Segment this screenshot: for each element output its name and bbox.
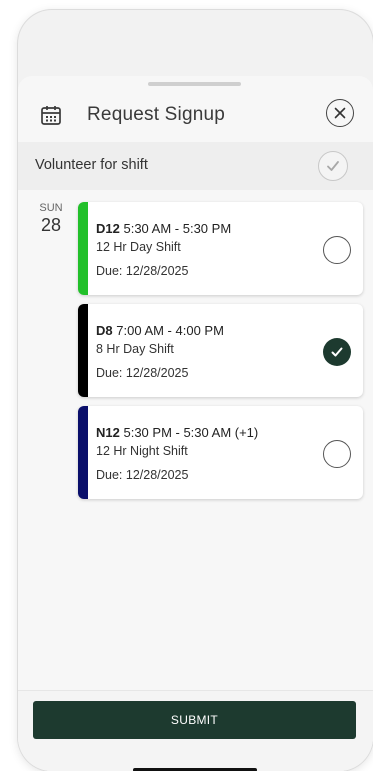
shift-due: Due: 12/28/2025 bbox=[96, 366, 189, 380]
page-title: Request Signup bbox=[87, 104, 226, 125]
shift-color-bar bbox=[78, 202, 88, 295]
volunteer-label: Volunteer for shift bbox=[35, 157, 148, 173]
submit-button[interactable]: SUBMIT bbox=[33, 701, 356, 739]
sheet-header: Request Signup bbox=[18, 90, 373, 140]
shift-card-n12[interactable]: N12 5:30 PM - 5:30 AM (+1) 12 Hr Night S… bbox=[78, 406, 363, 499]
shift-code: D8 bbox=[96, 323, 113, 338]
shift-time: 5:30 PM - 5:30 AM (+1) bbox=[123, 425, 259, 440]
shift-date: SUN 28 bbox=[36, 202, 66, 236]
shift-due: Due: 12/28/2025 bbox=[96, 468, 189, 482]
shift-radio[interactable] bbox=[323, 440, 351, 468]
shift-name: 8 Hr Day Shift bbox=[96, 342, 174, 356]
volunteer-checkbox[interactable] bbox=[318, 151, 348, 181]
shift-name: 12 Hr Day Shift bbox=[96, 240, 181, 254]
day-of-month: 28 bbox=[40, 215, 62, 235]
shift-time: 5:30 AM - 5:30 PM bbox=[123, 221, 232, 236]
shift-code: D12 bbox=[96, 221, 120, 236]
checkmark-icon bbox=[331, 347, 343, 357]
shift-time: 7:00 AM - 4:00 PM bbox=[116, 323, 224, 338]
close-button[interactable] bbox=[326, 99, 354, 127]
day-of-week: SUN bbox=[39, 202, 63, 214]
phone-frame: Request Signup Volunteer for shift SUN 2… bbox=[18, 10, 373, 771]
shift-card-d8[interactable]: D8 7:00 AM - 4:00 PM 8 Hr Day Shift Due:… bbox=[78, 304, 363, 397]
calendar-icon bbox=[40, 104, 62, 126]
volunteer-row[interactable]: Volunteer for shift bbox=[18, 142, 373, 190]
shift-name: 12 Hr Night Shift bbox=[96, 444, 188, 458]
sheet-grabber[interactable] bbox=[148, 82, 241, 86]
shift-radio-selected[interactable] bbox=[323, 338, 351, 366]
shift-radio[interactable] bbox=[323, 236, 351, 264]
shift-color-bar bbox=[78, 304, 88, 397]
shift-code: N12 bbox=[96, 425, 120, 440]
shift-due: Due: 12/28/2025 bbox=[96, 264, 189, 278]
close-icon bbox=[334, 107, 346, 119]
checkmark-icon bbox=[327, 161, 339, 171]
shift-color-bar bbox=[78, 406, 88, 499]
request-signup-sheet: Request Signup Volunteer for shift SUN 2… bbox=[18, 76, 373, 771]
shift-card-d12[interactable]: D12 5:30 AM - 5:30 PM 12 Hr Day Shift Du… bbox=[78, 202, 363, 295]
footer: SUBMIT bbox=[18, 690, 373, 771]
